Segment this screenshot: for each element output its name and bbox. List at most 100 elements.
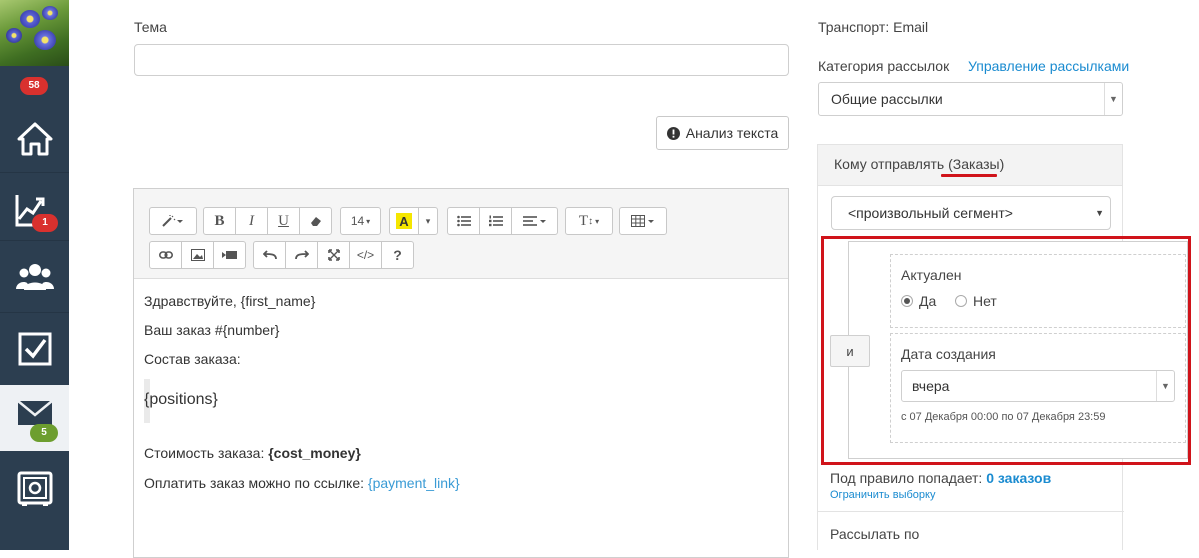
highlight-color-button[interactable]: A xyxy=(389,207,419,235)
line-height-dropdown[interactable]: T ↕ ▾ xyxy=(565,207,613,235)
insert-image-button[interactable] xyxy=(181,241,214,269)
sidebar-item-home[interactable] xyxy=(0,106,69,172)
segment-value: <произвольный сегмент> xyxy=(848,205,1013,221)
bullet-list-icon xyxy=(456,215,471,227)
unordered-list-button[interactable] xyxy=(447,207,480,235)
caret-icon: ▾ xyxy=(595,216,600,226)
positions-placeholder: {positions} xyxy=(144,391,218,408)
analytics-badge: 1 xyxy=(32,214,58,232)
toolbar-group-format: B I U xyxy=(203,207,332,235)
toolbar-group-size: 14 ▾ xyxy=(340,207,381,235)
send-by-label: Рассылать по xyxy=(830,526,920,542)
avatar[interactable] xyxy=(0,0,69,66)
expand-icon xyxy=(327,249,340,261)
underline-button[interactable]: U xyxy=(267,207,300,235)
segment-select[interactable]: <произвольный сегмент> ▼ xyxy=(831,196,1111,230)
font-size-dropdown[interactable]: 14 ▾ xyxy=(340,207,381,235)
category-select[interactable]: Общие рассылки ▼ xyxy=(818,82,1123,116)
limit-selection-link[interactable]: Ограничить выборку xyxy=(830,489,935,501)
chevron-down-icon: ▼ xyxy=(1104,83,1122,115)
toolbar-group-style xyxy=(149,207,197,235)
code-icon: </> xyxy=(356,248,375,262)
notifications-badge[interactable]: 58 xyxy=(20,77,48,95)
toolbar-group-insert xyxy=(149,241,246,269)
manage-mailings-link[interactable]: Управление рассылками xyxy=(968,58,1129,74)
exclamation-circle-icon xyxy=(666,126,680,140)
undo-button[interactable] xyxy=(253,241,286,269)
redo-icon xyxy=(294,250,309,260)
ordered-list-button[interactable] xyxy=(479,207,512,235)
highlight-annotation xyxy=(821,236,1191,465)
rich-text-editor: B I U 14 ▾ A ▾ T ↕ ▾ </> ? Здравствуйте,… xyxy=(133,188,789,558)
matches-label: Под правило попадает: xyxy=(830,470,987,486)
italic-button[interactable]: I xyxy=(235,207,268,235)
avatar-flower xyxy=(42,6,58,20)
font-size-value: 14 xyxy=(350,214,365,228)
bold-button[interactable]: B xyxy=(203,207,236,235)
avatar-flower xyxy=(6,28,22,43)
align-dropdown[interactable] xyxy=(511,207,558,235)
order-number-line: Ваш заказ #{number} xyxy=(144,322,280,338)
cost-line: Стоимость заказа: {cost_money} xyxy=(144,445,361,461)
tasks-icon xyxy=(18,332,51,366)
entity-underline-annotation xyxy=(941,174,997,177)
divider xyxy=(818,511,1124,512)
cost-placeholder: {cost_money} xyxy=(268,445,361,461)
style-dropdown[interactable] xyxy=(149,207,197,235)
avatar-flower xyxy=(34,30,56,50)
sidebar-item-tasks[interactable] xyxy=(0,316,69,382)
table-dropdown[interactable] xyxy=(619,207,667,235)
fullscreen-button[interactable] xyxy=(317,241,350,269)
table-icon xyxy=(631,215,654,227)
sidebar: 58 1 5 xyxy=(0,0,69,550)
subject-input[interactable] xyxy=(134,44,789,76)
order-contents-line: Состав заказа: xyxy=(144,351,241,367)
link-icon xyxy=(158,251,173,259)
recipients-entity: (Заказы) xyxy=(948,156,1005,172)
home-icon xyxy=(17,122,52,156)
divider xyxy=(0,172,69,173)
cost-label: Стоимость заказа: xyxy=(144,445,269,461)
sidebar-item-users[interactable] xyxy=(0,244,69,310)
users-icon xyxy=(15,264,54,290)
toolbar-group-color: A ▾ xyxy=(389,207,438,235)
magic-wand-icon xyxy=(162,215,183,227)
divider xyxy=(0,240,69,241)
line-height-icon: T xyxy=(578,212,589,229)
editor-toolbar: B I U 14 ▾ A ▾ T ↕ ▾ </> ? xyxy=(134,189,788,279)
redo-button[interactable] xyxy=(285,241,318,269)
sidebar-item-settings[interactable] xyxy=(0,456,69,522)
align-left-icon xyxy=(522,216,546,226)
matches-count[interactable]: 0 заказов xyxy=(986,470,1051,486)
category-value: Общие рассылки xyxy=(831,91,943,107)
recipients-title: Кому отправлять (Заказы) xyxy=(834,156,1004,172)
numbered-list-icon xyxy=(488,215,503,227)
analyze-text-button[interactable]: Анализ текста xyxy=(656,116,789,150)
color-dropdown-caret[interactable]: ▾ xyxy=(418,207,438,235)
toolbar-group-history: </> ? xyxy=(253,241,414,269)
question-icon: ? xyxy=(393,247,402,263)
payment-line: Оплатить заказ можно по ссылке: {payment… xyxy=(144,475,460,491)
divider xyxy=(0,312,69,313)
toolbar-group-lists xyxy=(447,207,558,235)
video-icon xyxy=(221,251,237,259)
highlight-icon: A xyxy=(396,213,412,229)
undo-icon xyxy=(262,250,277,260)
mail-badge: 5 xyxy=(30,424,58,442)
arrows-icon: ↕ xyxy=(588,215,594,227)
eraser-icon xyxy=(310,217,321,226)
help-button[interactable]: ? xyxy=(381,241,414,269)
code-view-button[interactable]: </> xyxy=(349,241,382,269)
image-icon xyxy=(190,249,205,261)
payment-link-placeholder: {payment_link} xyxy=(367,475,460,491)
mail-icon xyxy=(16,400,53,425)
greeting-line: Здравствуйте, {first_name} xyxy=(144,293,316,309)
insert-video-button[interactable] xyxy=(213,241,246,269)
safe-icon xyxy=(17,471,52,506)
insert-link-button[interactable] xyxy=(149,241,182,269)
toolbar-group-height: T ↕ ▾ xyxy=(565,207,613,235)
payment-label: Оплатить заказ можно по ссылке: xyxy=(144,475,368,491)
clear-format-button[interactable] xyxy=(299,207,332,235)
sidebar-item-analytics[interactable] xyxy=(0,178,69,244)
matches-text: Под правило попадает: 0 заказов xyxy=(830,470,1051,486)
